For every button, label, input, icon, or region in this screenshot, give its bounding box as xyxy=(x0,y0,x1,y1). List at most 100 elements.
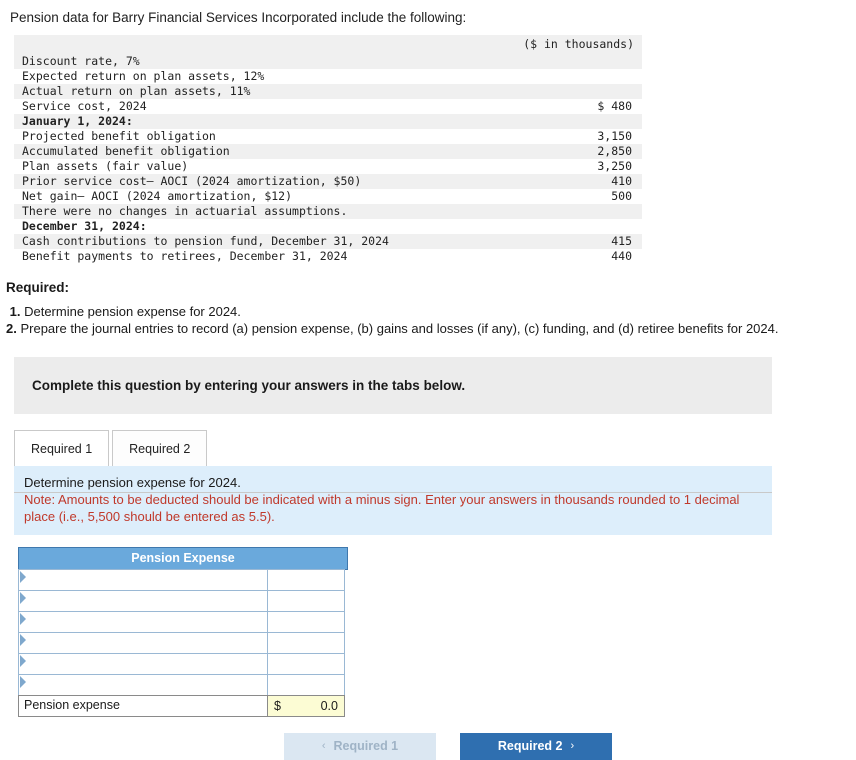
pension-expense-answer-grid: Pension Expense Pension expense $ 0.0 xyxy=(18,547,348,717)
dropdown-triangle-icon xyxy=(20,676,26,688)
row-amount: 440 xyxy=(575,249,642,264)
currency-symbol: $ xyxy=(274,699,281,713)
required-item-2: 2. Prepare the journal entries to record… xyxy=(6,320,856,337)
table-row: Actual return on plan assets, 11% xyxy=(14,84,642,99)
table-row: Service cost, 2024 $ 480 xyxy=(14,99,642,114)
answer-value-input[interactable] xyxy=(267,590,345,612)
answer-row xyxy=(18,653,348,675)
row-amount xyxy=(575,114,642,129)
chevron-right-icon: › xyxy=(570,740,575,752)
dropdown-triangle-icon xyxy=(20,613,26,625)
required-item-2-text: Prepare the journal entries to record (a… xyxy=(20,321,779,336)
row-amount: 500 xyxy=(575,189,642,204)
answer-row xyxy=(18,569,348,591)
answer-row xyxy=(18,632,348,654)
answer-label-input[interactable] xyxy=(18,632,268,654)
row-label: Discount rate, 7% xyxy=(14,54,576,69)
prev-button-label: Required 1 xyxy=(333,739,399,753)
question-note: Note: Amounts to be deducted should be i… xyxy=(24,492,740,524)
tab-bar: Required 1 Required 2 xyxy=(14,429,856,466)
answer-label-input[interactable] xyxy=(18,674,268,696)
row-label: Cash contributions to pension fund, Dece… xyxy=(14,234,576,249)
page-intro-text: Pension data for Barry Financial Service… xyxy=(10,10,467,25)
tab-required-2[interactable]: Required 2 xyxy=(112,430,208,466)
row-amount xyxy=(575,54,642,69)
required-item-1-number: 1. xyxy=(9,304,21,319)
table-row: December 31, 2024: xyxy=(14,219,642,234)
row-label: Service cost, 2024 xyxy=(14,99,576,114)
next-button-label: Required 2 xyxy=(497,739,563,753)
row-label: Benefit payments to retirees, December 3… xyxy=(14,249,576,264)
row-label: There were no changes in actuarial assum… xyxy=(14,204,576,219)
answer-row xyxy=(18,611,348,633)
dropdown-triangle-icon xyxy=(20,655,26,667)
answer-total-value: $ 0.0 xyxy=(267,695,345,717)
row-amount: 3,250 xyxy=(575,159,642,174)
table-units-header: ($ in thousands) xyxy=(14,35,642,54)
answer-grid-header: Pension Expense xyxy=(18,547,348,570)
table-row: There were no changes in actuarial assum… xyxy=(14,204,642,219)
row-label: Prior service cost– AOCI (2024 amortizat… xyxy=(14,174,576,189)
tab-required-1[interactable]: Required 1 xyxy=(14,430,110,466)
row-amount: 415 xyxy=(575,234,642,249)
answer-value-input[interactable] xyxy=(267,674,345,696)
prev-required-1-button[interactable]: ‹ Required 1 xyxy=(284,733,436,760)
row-amount: $ 480 xyxy=(575,99,642,114)
required-item-1: 1. Determine pension expense for 2024. xyxy=(6,303,856,320)
answer-label-input[interactable] xyxy=(18,653,268,675)
answer-value-input[interactable] xyxy=(267,632,345,654)
table-row: Cash contributions to pension fund, Dece… xyxy=(14,234,642,249)
table-row: Accumulated benefit obligation 2,850 xyxy=(14,144,642,159)
question-prompt: Determine pension expense for 2024. xyxy=(24,475,241,490)
row-label: Actual return on plan assets, 11% xyxy=(14,84,576,99)
answer-row xyxy=(18,674,348,696)
table-row: Net gain– AOCI (2024 amortization, $12) … xyxy=(14,189,642,204)
table-units-header-row: ($ in thousands) xyxy=(14,35,642,54)
pension-data-table: ($ in thousands) Discount rate, 7% Expec… xyxy=(14,35,642,264)
table-row: Expected return on plan assets, 12% xyxy=(14,69,642,84)
answer-value-input[interactable] xyxy=(267,611,345,633)
dropdown-triangle-icon xyxy=(20,634,26,646)
required-items: 1. Determine pension expense for 2024. 2… xyxy=(6,303,856,337)
row-label: Net gain– AOCI (2024 amortization, $12) xyxy=(14,189,576,204)
row-amount: 2,850 xyxy=(575,144,642,159)
instruction-band: Complete this question by entering your … xyxy=(14,357,772,414)
row-amount: 410 xyxy=(575,174,642,189)
table-row: Benefit payments to retirees, December 3… xyxy=(14,249,642,264)
row-amount xyxy=(575,219,642,234)
table-row: January 1, 2024: xyxy=(14,114,642,129)
answer-row xyxy=(18,590,348,612)
row-label: Projected benefit obligation xyxy=(14,129,576,144)
row-amount xyxy=(575,204,642,219)
row-label: Plan assets (fair value) xyxy=(14,159,576,174)
answer-value-input[interactable] xyxy=(267,569,345,591)
table-row: Projected benefit obligation 3,150 xyxy=(14,129,642,144)
table-row: Prior service cost– AOCI (2024 amortizat… xyxy=(14,174,642,189)
row-amount: 3,150 xyxy=(575,129,642,144)
tab-bar-underline xyxy=(14,492,772,493)
next-required-2-button[interactable]: Required 2 › xyxy=(460,733,612,760)
chevron-left-icon: ‹ xyxy=(321,740,326,752)
answer-total-label: Pension expense xyxy=(18,695,268,717)
row-label: Expected return on plan assets, 12% xyxy=(14,69,576,84)
row-amount xyxy=(575,84,642,99)
required-item-1-text: Determine pension expense for 2024. xyxy=(24,304,241,319)
table-row: Plan assets (fair value) 3,250 xyxy=(14,159,642,174)
row-label: January 1, 2024: xyxy=(14,114,576,129)
required-item-2-number: 2. xyxy=(6,321,17,336)
answer-label-input[interactable] xyxy=(18,611,268,633)
dropdown-triangle-icon xyxy=(20,571,26,583)
dropdown-triangle-icon xyxy=(20,592,26,604)
question-note-box: Determine pension expense for 2024. Note… xyxy=(14,466,772,535)
total-amount: 0.0 xyxy=(320,699,338,713)
answer-label-input[interactable] xyxy=(18,569,268,591)
row-label: Accumulated benefit obligation xyxy=(14,144,576,159)
row-label: December 31, 2024: xyxy=(14,219,576,234)
required-heading: Required: xyxy=(6,280,70,295)
answer-total-row: Pension expense $ 0.0 xyxy=(18,695,348,717)
pension-data-table-body: ($ in thousands) Discount rate, 7% Expec… xyxy=(14,35,642,264)
instruction-band-text: Complete this question by entering your … xyxy=(32,378,466,393)
answer-value-input[interactable] xyxy=(267,653,345,675)
row-amount xyxy=(575,69,642,84)
answer-label-input[interactable] xyxy=(18,590,268,612)
